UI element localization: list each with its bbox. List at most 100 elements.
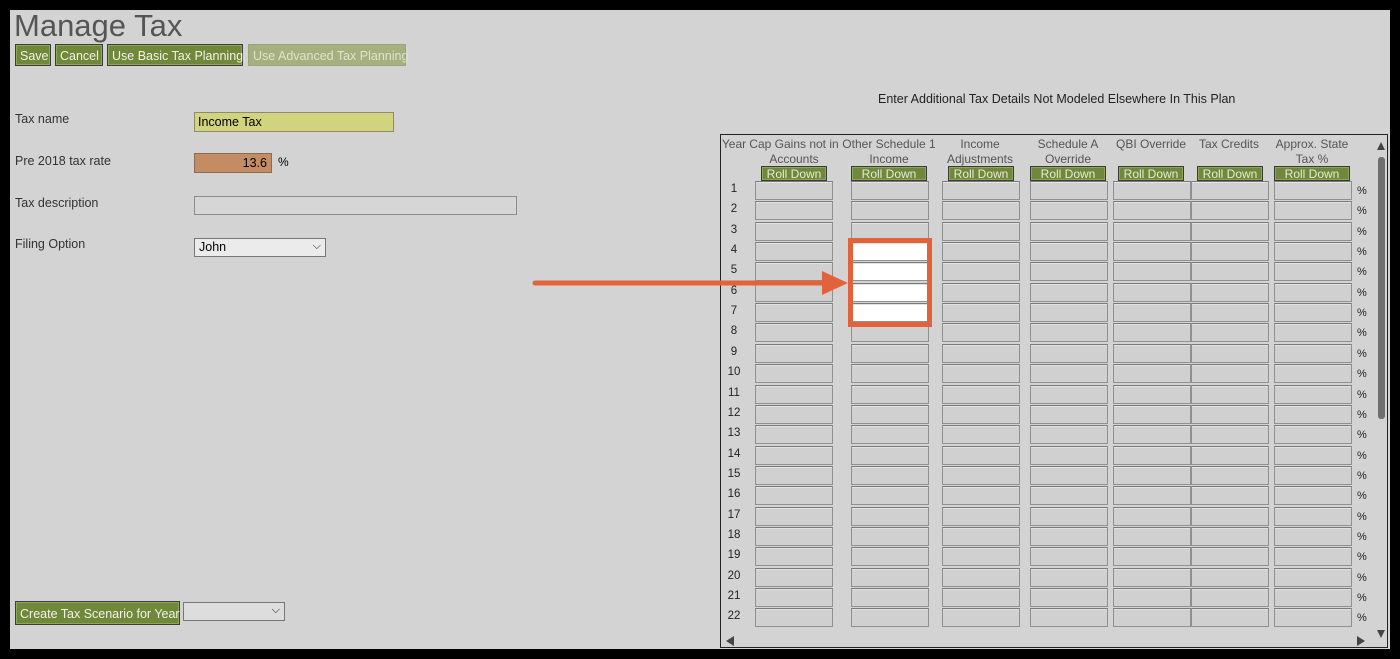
roll-down-button[interactable]: Roll Down <box>948 166 1014 181</box>
grid-cell-input[interactable] <box>1030 567 1108 587</box>
grid-cell-input[interactable] <box>1113 445 1191 465</box>
grid-cell-input[interactable] <box>942 262 1020 282</box>
grid-cell-input[interactable] <box>1274 364 1352 384</box>
grid-cell-input[interactable] <box>942 526 1020 546</box>
grid-cell-input[interactable] <box>755 242 833 262</box>
grid-cell-input[interactable] <box>755 181 833 200</box>
grid-cell-input[interactable] <box>1030 486 1108 506</box>
grid-cell-input[interactable] <box>942 201 1020 221</box>
use-advanced-tax-planning-button[interactable]: Use Advanced Tax Planning <box>248 44 408 66</box>
grid-cell-input[interactable] <box>1191 282 1269 302</box>
grid-cell-input[interactable] <box>1191 303 1269 323</box>
grid-cell-input[interactable] <box>755 364 833 384</box>
grid-cell-input[interactable] <box>755 547 833 567</box>
grid-cell-input[interactable] <box>942 181 1020 200</box>
grid-cell-input[interactable] <box>851 567 929 587</box>
grid-cell-input[interactable] <box>1030 404 1108 424</box>
grid-cell-input[interactable] <box>1274 303 1352 323</box>
grid-cell-input[interactable] <box>1274 343 1352 363</box>
grid-cell-input[interactable] <box>1113 242 1191 262</box>
roll-down-button[interactable]: Roll Down <box>1030 166 1106 181</box>
grid-cell-input[interactable] <box>1030 201 1108 221</box>
grid-cell-input[interactable] <box>1274 221 1352 241</box>
grid-cell-input[interactable] <box>942 425 1020 445</box>
grid-cell-input[interactable] <box>851 282 929 302</box>
grid-cell-input[interactable] <box>851 445 929 465</box>
grid-cell-input[interactable] <box>1113 588 1191 607</box>
grid-cell-input[interactable] <box>755 486 833 506</box>
grid-cell-input[interactable] <box>942 608 1020 628</box>
vertical-scrollbar[interactable] <box>1377 141 1385 639</box>
vertical-scroll-thumb[interactable] <box>1378 157 1385 419</box>
grid-cell-input[interactable] <box>1030 547 1108 567</box>
grid-cell-input[interactable] <box>1191 445 1269 465</box>
grid-cell-input[interactable] <box>1113 526 1191 546</box>
grid-cell-input[interactable] <box>1274 384 1352 404</box>
cancel-button[interactable]: Cancel <box>55 44 103 66</box>
grid-cell-input[interactable] <box>851 404 929 424</box>
use-basic-tax-planning-button[interactable]: Use Basic Tax Planning <box>107 44 243 66</box>
grid-cell-input[interactable] <box>1191 567 1269 587</box>
grid-cell-input[interactable] <box>1113 201 1191 221</box>
grid-cell-input[interactable] <box>851 242 929 262</box>
grid-cell-input[interactable] <box>1274 547 1352 567</box>
grid-cell-input[interactable] <box>755 608 833 628</box>
grid-cell-input[interactable] <box>1030 526 1108 546</box>
grid-cell-input[interactable] <box>1274 445 1352 465</box>
grid-cell-input[interactable] <box>1113 486 1191 506</box>
grid-cell-input[interactable] <box>1274 608 1352 628</box>
grid-cell-input[interactable] <box>1030 384 1108 404</box>
grid-cell-input[interactable] <box>1191 608 1269 628</box>
grid-cell-input[interactable] <box>851 506 929 526</box>
grid-cell-input[interactable] <box>755 384 833 404</box>
grid-cell-input[interactable] <box>1191 588 1269 607</box>
grid-cell-input[interactable] <box>942 547 1020 567</box>
grid-cell-input[interactable] <box>942 221 1020 241</box>
grid-cell-input[interactable] <box>1030 181 1108 200</box>
grid-cell-input[interactable] <box>1191 384 1269 404</box>
grid-cell-input[interactable] <box>851 425 929 445</box>
grid-cell-input[interactable] <box>1030 343 1108 363</box>
grid-cell-input[interactable] <box>1113 323 1191 343</box>
grid-cell-input[interactable] <box>755 343 833 363</box>
grid-cell-input[interactable] <box>1191 486 1269 506</box>
filing-option-select[interactable]: John ⌵ <box>194 238 326 257</box>
grid-cell-input[interactable] <box>942 588 1020 607</box>
grid-cell-input[interactable] <box>1191 201 1269 221</box>
grid-cell-input[interactable] <box>851 262 929 282</box>
grid-cell-input[interactable] <box>755 567 833 587</box>
grid-cell-input[interactable] <box>1274 588 1352 607</box>
grid-cell-input[interactable] <box>851 547 929 567</box>
create-tax-scenario-button[interactable]: Create Tax Scenario for Year <box>15 601 180 625</box>
grid-cell-input[interactable] <box>1274 425 1352 445</box>
tax-description-input[interactable] <box>194 196 517 215</box>
grid-cell-input[interactable] <box>942 343 1020 363</box>
grid-cell-input[interactable] <box>755 201 833 221</box>
grid-cell-input[interactable] <box>1191 323 1269 343</box>
grid-cell-input[interactable] <box>1274 526 1352 546</box>
grid-cell-input[interactable] <box>851 608 929 628</box>
grid-cell-input[interactable] <box>851 465 929 485</box>
grid-cell-input[interactable] <box>942 282 1020 302</box>
grid-cell-input[interactable] <box>1191 425 1269 445</box>
grid-cell-input[interactable] <box>942 465 1020 485</box>
roll-down-button[interactable]: Roll Down <box>1274 166 1350 181</box>
grid-cell-input[interactable] <box>1274 262 1352 282</box>
grid-cell-input[interactable] <box>851 486 929 506</box>
grid-cell-input[interactable] <box>1274 323 1352 343</box>
grid-cell-input[interactable] <box>755 404 833 424</box>
grid-cell-input[interactable] <box>942 242 1020 262</box>
grid-cell-input[interactable] <box>1274 242 1352 262</box>
grid-cell-input[interactable] <box>1191 221 1269 241</box>
grid-cell-input[interactable] <box>1030 445 1108 465</box>
grid-cell-input[interactable] <box>1113 343 1191 363</box>
grid-cell-input[interactable] <box>1113 181 1191 200</box>
grid-cell-input[interactable] <box>942 364 1020 384</box>
grid-cell-input[interactable] <box>1030 608 1108 628</box>
grid-cell-input[interactable] <box>1274 201 1352 221</box>
grid-cell-input[interactable] <box>1030 282 1108 302</box>
grid-cell-input[interactable] <box>851 588 929 607</box>
grid-cell-input[interactable] <box>942 404 1020 424</box>
grid-cell-input[interactable] <box>942 323 1020 343</box>
grid-cell-input[interactable] <box>755 221 833 241</box>
